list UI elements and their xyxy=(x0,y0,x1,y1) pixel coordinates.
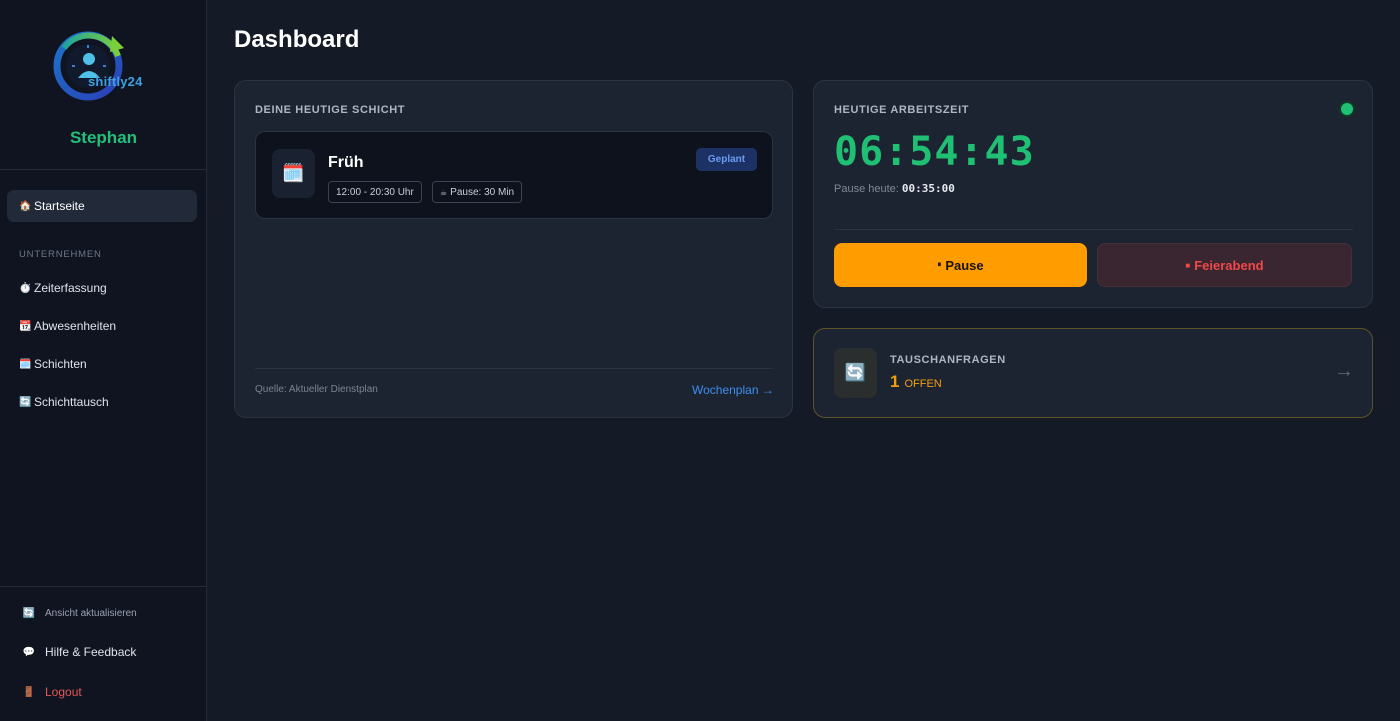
page-title: Dashboard xyxy=(234,26,360,53)
speech-bubble-icon: 💬 xyxy=(22,646,36,658)
swap-icon: 🔄 xyxy=(19,396,32,408)
refresh-view-button[interactable]: 🔄 Ansicht aktualisieren xyxy=(22,608,137,619)
shift-time-range: 12:00 - 20:30 Uhr xyxy=(328,181,422,203)
sidebar-item-label: Schichttausch xyxy=(34,395,109,409)
end-work-button-label: Feierabend xyxy=(1194,257,1264,273)
card-title: DEINE HEUTIGE SCHICHT xyxy=(255,104,406,116)
section-label-unternehmen: UNTERNEHMEN xyxy=(19,249,102,260)
brand-name: shiftly24 xyxy=(88,74,143,89)
status-badge: Geplant xyxy=(696,148,757,171)
shift-pause-pill: ☕ Pause: 30 Min xyxy=(432,181,523,203)
shift-pause-label: Pause: 30 Min xyxy=(450,186,515,198)
sidebar-divider xyxy=(0,169,207,170)
user-name: Stephan xyxy=(69,128,138,147)
sidebar-footer-divider xyxy=(0,586,207,587)
todays-shift-card: DEINE HEUTIGE SCHICHT 🗓️ Früh 12:00 - 20… xyxy=(234,80,793,418)
work-timer: 06:54:43 xyxy=(834,129,1035,175)
sidebar-item-abwesenheiten[interactable]: 📆 Abwesenheiten xyxy=(7,310,197,342)
swap-requests-count: 1 OFFEN xyxy=(890,372,942,392)
card-divider xyxy=(255,368,773,369)
brand-logo: shiftly24 xyxy=(50,28,154,104)
swap-count-number: 1 xyxy=(890,372,900,391)
door-icon: 🚪 xyxy=(22,686,36,698)
swap-icon: 🔄 xyxy=(834,348,877,398)
spiral-calendar-icon: 🗓️ xyxy=(19,358,32,370)
weekly-plan-link[interactable]: Wochenplan → xyxy=(692,383,774,397)
end-work-button[interactable]: ■ Feierabend xyxy=(1097,243,1352,287)
sidebar: shiftly24 Stephan 🏠 Startseite UNTERNEHM… xyxy=(0,0,207,721)
pause-today: Pause heute: 00:35:00 xyxy=(834,182,955,195)
swap-count-label: OFFEN xyxy=(904,378,942,390)
sidebar-item-schichttausch[interactable]: 🔄 Schichttausch xyxy=(7,386,197,418)
logo-mark-icon xyxy=(53,31,124,101)
pause-today-label: Pause heute: xyxy=(834,183,899,195)
pause-icon: ⏸ xyxy=(937,260,942,269)
calendar-icon: 📆 xyxy=(19,320,32,332)
refresh-view-label: Ansicht aktualisieren xyxy=(45,608,137,619)
card-divider xyxy=(834,229,1353,230)
pause-button-label: Pause xyxy=(945,257,984,273)
stop-icon: ■ xyxy=(1185,260,1191,270)
sidebar-item-label: Zeiterfassung xyxy=(34,281,107,295)
swap-requests-card[interactable]: 🔄 TAUSCHANFRAGEN 1 OFFEN → xyxy=(813,328,1373,418)
pause-today-value: 00:35:00 xyxy=(901,182,955,195)
card-title: HEUTIGE ARBEITSZEIT xyxy=(834,104,970,116)
live-status-dot xyxy=(1341,103,1353,115)
sidebar-item-label: Startseite xyxy=(34,199,85,213)
stopwatch-icon: ⏱️ xyxy=(19,282,32,294)
refresh-icon: 🔄 xyxy=(22,608,36,619)
home-icon: 🏠 xyxy=(19,200,32,212)
sidebar-item-label: Abwesenheiten xyxy=(34,319,117,333)
sidebar-item-startseite[interactable]: 🏠 Startseite xyxy=(7,190,197,222)
coffee-icon: ☕ xyxy=(440,187,448,197)
swap-requests-title: TAUSCHANFRAGEN xyxy=(890,354,1006,366)
shift-entry[interactable]: 🗓️ Früh 12:00 - 20:30 Uhr ☕ Pause: 30 Mi… xyxy=(255,131,773,219)
calendar-icon: 🗓️ xyxy=(272,149,315,198)
help-feedback-label: Hilfe & Feedback xyxy=(45,645,137,659)
arrow-right-icon[interactable]: → xyxy=(1334,360,1354,383)
work-time-card: HEUTIGE ARBEITSZEIT 06:54:43 Pause heute… xyxy=(813,80,1373,308)
sidebar-item-schichten[interactable]: 🗓️ Schichten xyxy=(7,348,197,380)
logout-button[interactable]: 🚪 Logout xyxy=(22,685,82,699)
sidebar-item-zeiterfassung[interactable]: ⏱️ Zeiterfassung xyxy=(7,272,197,304)
help-feedback-button[interactable]: 💬 Hilfe & Feedback xyxy=(22,645,137,659)
shift-name: Früh xyxy=(328,154,364,171)
pause-button[interactable]: ⏸ Pause xyxy=(834,243,1087,287)
logout-label: Logout xyxy=(45,685,82,699)
sidebar-item-label: Schichten xyxy=(34,357,87,371)
source-text: Quelle: Aktueller Dienstplan xyxy=(255,384,378,395)
